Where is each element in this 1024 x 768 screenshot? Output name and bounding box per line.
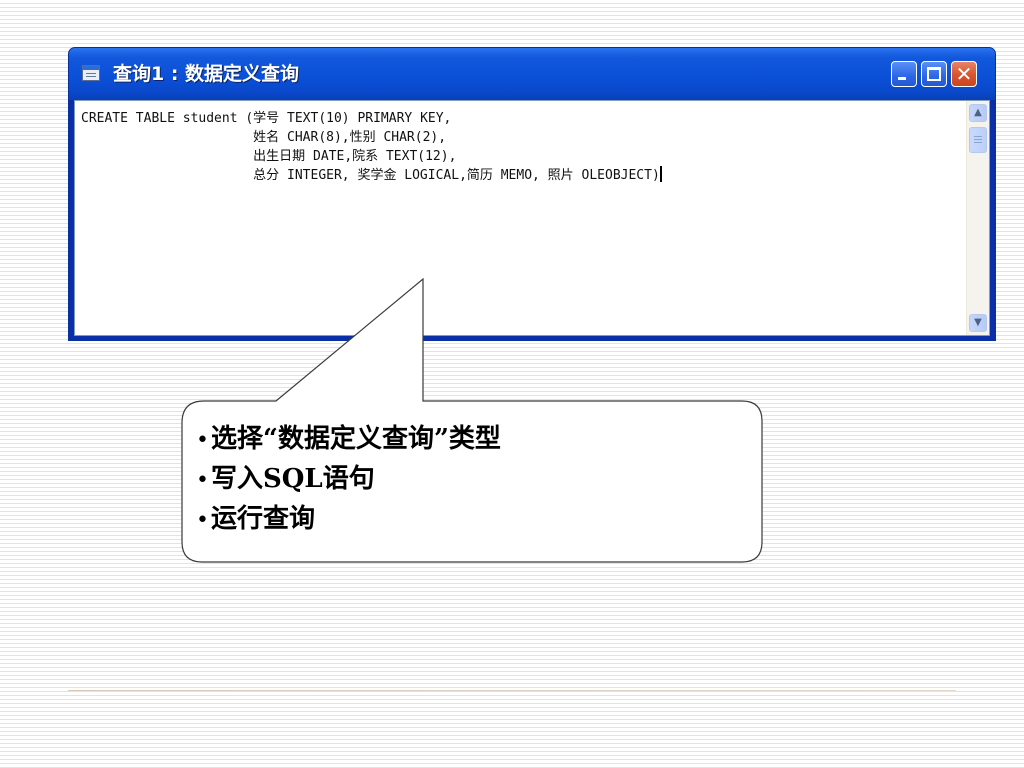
callout-item: 运行查询 (196, 500, 501, 540)
callout-bubble (181, 277, 763, 563)
callout-item: 写入SQL语句 (196, 460, 501, 500)
callout-item: 选择“数据定义查询”类型 (196, 420, 501, 460)
callout-list: 选择“数据定义查询”类型 写入SQL语句 运行查询 (196, 420, 501, 540)
footer-divider (68, 690, 956, 691)
